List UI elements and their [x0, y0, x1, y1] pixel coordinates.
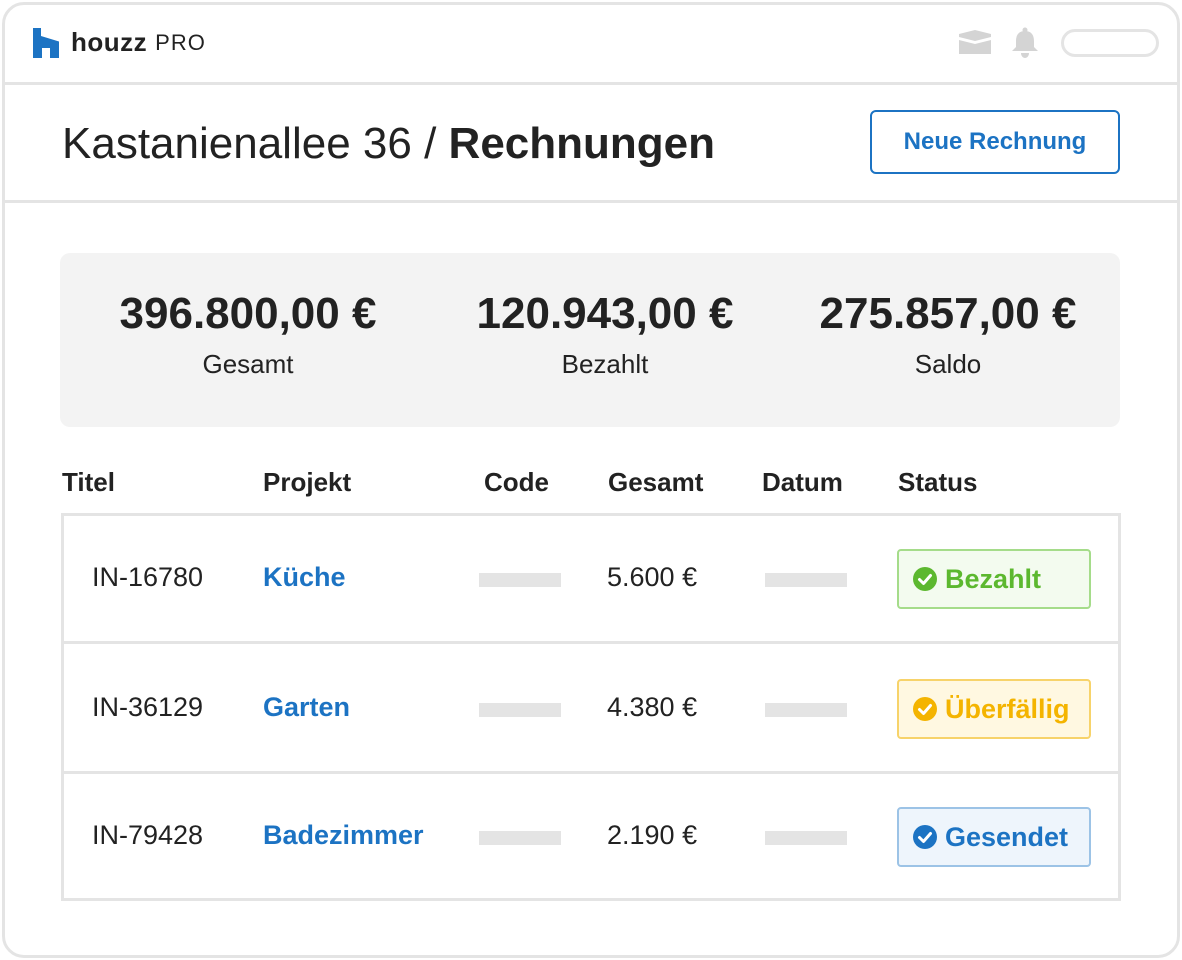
code-placeholder	[479, 831, 561, 845]
status-badge[interactable]: Überfällig	[897, 679, 1091, 739]
invoice-total: 2.190 €	[607, 820, 698, 850]
status-label: Überfällig	[945, 693, 1070, 724]
summary-total: 396.800,00 € Gesamt	[78, 289, 418, 380]
table-row[interactable]: IN-16780 Küche 5.600 € Bezahlt	[64, 516, 1118, 644]
column-header-date[interactable]: Datum	[762, 467, 843, 498]
invoice-total: 4.380 €	[607, 692, 698, 722]
column-header-project[interactable]: Projekt	[263, 467, 351, 498]
invoice-id: IN-79428	[92, 820, 204, 850]
page-header: Kastanienallee 36 / Rechnungen Neue Rech…	[5, 85, 1177, 203]
table-row[interactable]: IN-36129 Garten 4.380 € Überfällig	[64, 644, 1118, 774]
page-title: Kastanienallee 36 / Rechnungen	[62, 119, 715, 169]
houzz-logo-icon	[33, 27, 59, 58]
new-invoice-button[interactable]: Neue Rechnung	[870, 110, 1120, 174]
summary-balance-label: Saldo	[914, 349, 982, 379]
column-header-status[interactable]: Status	[898, 467, 977, 498]
status-badge[interactable]: Gesendet	[897, 807, 1091, 867]
summary-paid-label: Bezahlt	[561, 349, 649, 379]
check-circle-icon	[913, 567, 937, 591]
check-circle-icon	[913, 825, 937, 849]
code-placeholder	[479, 703, 561, 717]
column-header-code[interactable]: Code	[484, 467, 549, 498]
logo-wordmark: houzz	[71, 27, 148, 57]
invoice-id: IN-36129	[92, 692, 204, 722]
code-placeholder	[479, 573, 561, 587]
summary-total-label: Gesamt	[202, 349, 294, 379]
breadcrumb-current: Rechnungen	[448, 119, 715, 168]
status-badge[interactable]: Bezahlt	[897, 549, 1091, 609]
invoice-total: 5.600 €	[607, 562, 698, 592]
user-menu[interactable]	[1061, 29, 1159, 57]
status-label: Gesendet	[945, 821, 1069, 852]
invoice-summary-card: 396.800,00 € Gesamt 120.943,00 € Bezahlt…	[60, 253, 1120, 427]
column-header-title[interactable]: Titel	[62, 467, 115, 498]
breadcrumb-separator: /	[424, 119, 437, 168]
date-placeholder	[765, 831, 847, 845]
mail-icon[interactable]	[959, 30, 991, 56]
check-circle-icon	[913, 697, 937, 721]
app-window: houzz PRO Kastanienallee 36 / Rechnungen…	[2, 2, 1180, 958]
bell-icon[interactable]	[1009, 27, 1041, 59]
invoice-table: IN-16780 Küche 5.600 € Bezahlt IN-36129 …	[61, 513, 1121, 901]
date-placeholder	[765, 703, 847, 717]
summary-paid-value: 120.943,00 €	[476, 289, 734, 338]
houzz-pro-logo[interactable]: houzz PRO	[33, 27, 206, 58]
top-bar: houzz PRO	[5, 5, 1177, 85]
logo-pro-label: PRO	[155, 29, 206, 55]
project-link[interactable]: Küche	[263, 562, 346, 593]
summary-balance-value: 275.857,00 €	[819, 289, 1077, 338]
column-header-total[interactable]: Gesamt	[608, 467, 703, 498]
table-row[interactable]: IN-79428 Badezimmer 2.190 € Gesendet	[64, 774, 1118, 898]
summary-balance: 275.857,00 € Saldo	[778, 289, 1118, 380]
breadcrumb-project[interactable]: Kastanienallee 36	[62, 119, 412, 168]
date-placeholder	[765, 573, 847, 587]
project-link[interactable]: Garten	[263, 692, 350, 723]
invoice-id: IN-16780	[92, 562, 204, 592]
summary-total-value: 396.800,00 €	[119, 289, 377, 338]
project-link[interactable]: Badezimmer	[263, 820, 424, 851]
status-label: Bezahlt	[945, 563, 1042, 594]
summary-paid: 120.943,00 € Bezahlt	[435, 289, 775, 380]
